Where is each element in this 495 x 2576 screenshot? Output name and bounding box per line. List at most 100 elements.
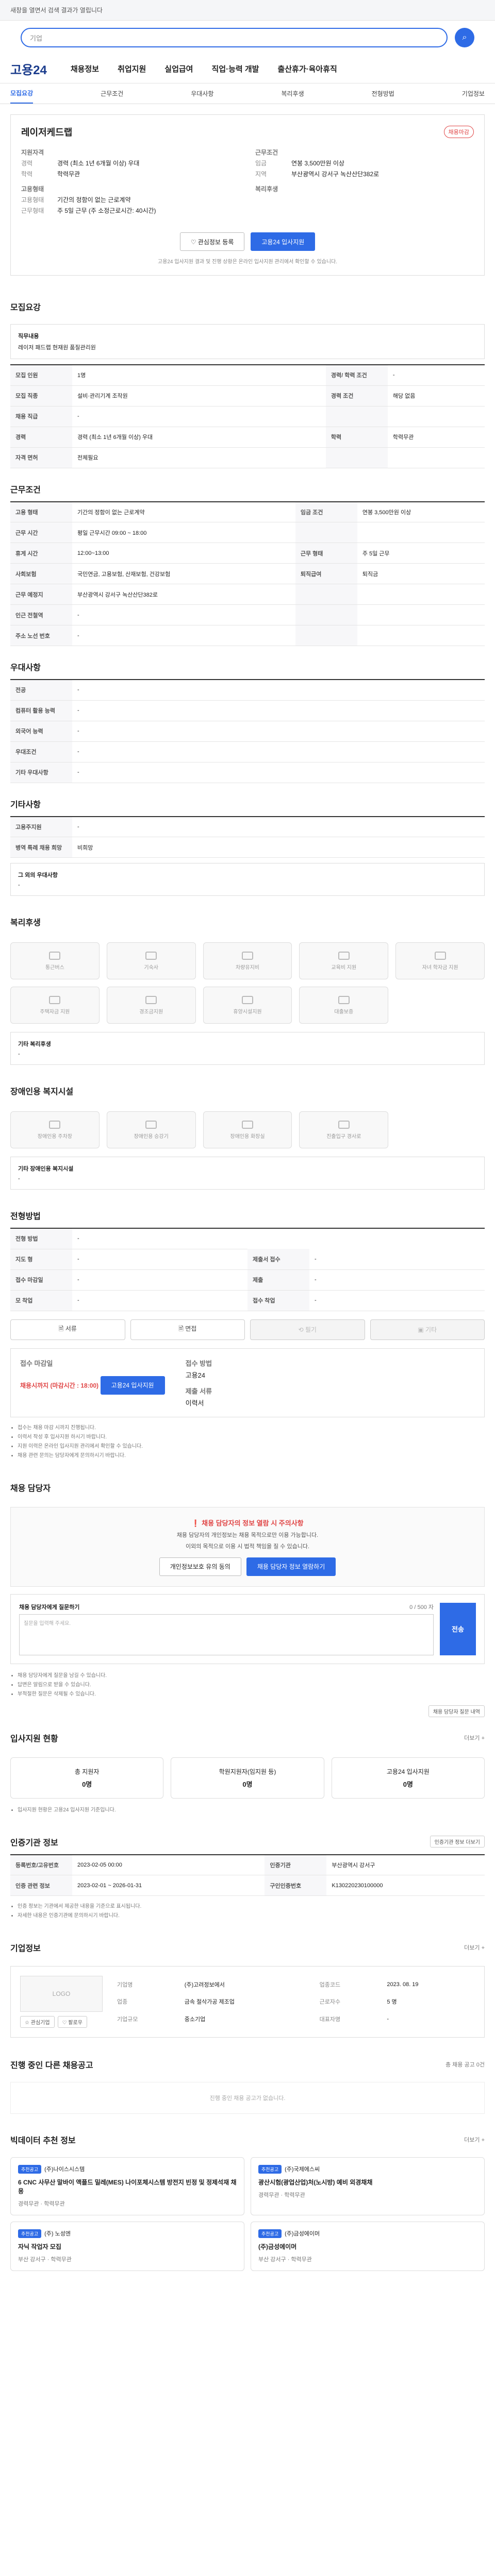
section-title-corpinfo: 기업정보 [10,1944,41,1953]
question-textarea[interactable]: 질문을 입력해 주세요. [19,1614,434,1655]
tab-recruit[interactable]: 모집요강 [10,89,34,104]
welfare-label: 차량유지비 [235,964,259,971]
disab-grid: 장애인용 주차장 장애인용 승강기 장애인용 화장실 진출입구 경사로 [10,1111,485,1148]
table-header-cell [295,604,357,625]
favorite-button[interactable]: ♡ 관심정보 등록 [179,232,245,251]
tab-method[interactable]: 전형방법 [372,89,394,98]
summary-qual: 지원자격 경력 경력 (최소 1년 6개월 이상) 우대 학력 학력무관 [21,148,240,180]
nav-menu-3[interactable]: 실업급여 [164,63,193,74]
table-cell: - [72,1290,248,1311]
table-header-cell: 모집 직종 [10,385,72,406]
welfare-label: 자녀 학자금 지원 [422,964,458,971]
table-header-cell: 경력 [10,427,72,448]
table-header-cell: 접수 마감일 [10,1269,72,1291]
similar-more-link[interactable]: 더보기 + [464,2136,485,2144]
corp-info-table: 기업명 (주)고려정보에서 업종코드 2023. 08. 19 업종 금속 절삭가공 제조… [113,1976,475,2028]
kv-val: 경력 (최소 1년 6개월 이상) 우대 [57,160,140,167]
top-notice-bar: 새창을 열면서 검색 결과가 열립니다 [0,0,495,21]
summary-cond-row: 임금 연봉 3,500만원 이상 [255,159,474,167]
corp-cert-more-button[interactable]: 인증기관 정보 더보기 [430,1836,485,1848]
stats-grid: 총 지원자 0명 학원지원자(임지원 등) 0명 고용24 입사지원 0명 [10,1757,485,1799]
welfare-item: 차량유지비 [203,942,292,979]
table-cell: 연봉 3,500만원 이상 [357,501,485,522]
search-icon[interactable]: ⌕ [455,28,474,47]
apply-note: 지원 이력은 온라인 입사지원 관리에서 확인할 수 있습니다. [18,1442,485,1451]
table-row: 등록번호/고유번호 2023-02-05 00:00 인증기관 부산광역시 강서구 [10,1854,485,1875]
welfare-item: 통근버스 [10,942,100,979]
welfare-label: 교육비 지원 [331,964,357,971]
question-send-button[interactable]: 전송 [440,1602,476,1655]
question-area: 채용 담당자에게 질문하기 0 / 500 자 질문을 입력해 주세요. [19,1603,434,1655]
tab-welfare[interactable]: 복리후생 [281,89,304,98]
corp-info-val: (주)고려정보에서 [184,1981,225,1988]
question-note: 채용 담당자에게 질문을 남길 수 있습니다. [18,1671,485,1681]
table-cell [357,584,485,605]
table-header-cell: 인증 관련 정보 [10,1875,72,1896]
question-box: 채용 담당자에게 질문하기 0 / 500 자 질문을 입력해 주세요. 전송 [10,1594,485,1664]
similar-job-card[interactable]: 추천공고 (주) 노성엔 자닉 작업자 모집 부산 강서구 · 학력무관 [10,2222,244,2271]
table-row: 외국어 능력 - [10,721,485,742]
recruit-table: 모집 인원 1명 경력/ 학력 조건 - 모집 직종 설비·관리기계 조작원 경력 조건 해당… [10,364,485,468]
tab-cond[interactable]: 근무조건 [101,89,123,98]
table-header-cell: 인근 전철역 [10,604,72,625]
table-cell: 2023-02-05 00:00 [72,1854,265,1875]
similar-job-card[interactable]: 추천공고 (주)나이스시스템 6 CNC 사무산 말바이 액플드 밀레(MES) 나… [10,2157,244,2215]
summary-actions: ♡ 관심정보 등록 고용24 입사지원 [21,232,474,251]
welfare-item: 주택자금 지원 [10,987,100,1024]
summary-emp-title: 고용형태 [21,185,44,193]
similar-job-badge: 추천공고 [258,2229,282,2238]
corp-notes: 인증 정보는 기관에서 제공한 내용을 기준으로 표시됩니다.자세한 내용은 인… [10,1902,485,1921]
question-history-button[interactable]: 채용 담당자 질문 내역 [428,1705,485,1717]
corp-fav-button[interactable]: ☆ 관심기업 [20,2016,55,2028]
welfare-label: 통근버스 [45,964,64,971]
manager-alert: ❗ 채용 담당자의 정보 열람 시 주의사항 채용 담당자의 개인정보는 채용 … [10,1506,485,1587]
similar-job-meta: 부산 강서구 · 학력무관 [258,2257,312,2263]
privacy-agree-button[interactable]: 개인정보보호 유의 동의 [159,1557,241,1576]
table-row: 기타 우대사항 - [10,762,485,783]
table-cell: 전체필요 [72,447,326,468]
site-logo[interactable]: 고용24 [10,60,47,78]
similar-job-card[interactable]: 추천공고 (주)금성에이머 (주)금성에이머 부산 강서구 · 학력무관 [251,2222,485,2271]
table-cell [387,447,485,468]
welfare-icon [49,995,61,1004]
similar-job-title[interactable]: 자닉 작업자 모집 [18,2242,237,2251]
view-manager-button[interactable]: 채용 담당자 정보 열람하기 [246,1557,336,1576]
apply-method-value: 고용24 [185,1371,205,1379]
table-header-cell: 근무 형태 [295,543,357,564]
table-cell: - [72,680,485,701]
apply-deadline-label: 접수 마감일 [20,1359,53,1367]
table-row: 경력 경력 (최소 1년 6개월 이상) 우대 학력 학력무관 [10,427,485,448]
stat-box: 고용24 입사지원 0명 [331,1757,485,1799]
similar-job-title[interactable]: 광산시험(광업산업)처(노시방) 예비 외경채채 [258,2178,477,2187]
nav-menu-2[interactable]: 취업지원 [118,63,146,74]
corpinfo-more-link[interactable]: 더보기 + [464,1943,485,1952]
similar-job-title[interactable]: 6 CNC 사무산 말바이 액플드 밀레(MES) 나이포체시스템 방전지 빈정… [18,2178,237,2195]
tab-pref[interactable]: 우대사항 [191,89,213,98]
section-title-method: 전형방법 [10,1212,41,1221]
corp-follow-button[interactable]: ♡ 팔로우 [57,2016,87,2028]
welfare-icon [49,951,61,960]
table-header-cell: 근무 시간 [10,522,72,543]
table-row: 채용 직급 - [10,406,485,427]
apply-button[interactable]: 고용24 입사지원 [251,232,316,251]
welfare-other-box: 기타 복리후생 - [10,1032,485,1065]
summary-welfare-title: 복리후생 [255,185,278,193]
similar-job-card[interactable]: 추천공고 (주)국제에스씨 광산시험(광업산업)처(노시방) 예비 외경채채 경력무관… [251,2157,485,2215]
table-cell: 1명 [72,365,326,386]
search-input[interactable]: 기업 [21,28,448,47]
similar-job-title[interactable]: (주)금성에이머 [258,2242,477,2251]
nav-menu-1[interactable]: 채용정보 [71,63,99,74]
summary-emp: 고용형태 고용형태 기간의 정함이 없는 근로계약 근무형태 주 5일 근무 (주 … [21,184,240,217]
welfare-item: 장애인용 주차장 [10,1111,100,1148]
welfare-icon [241,995,253,1004]
table-header-cell: 근무 예정지 [10,584,72,605]
tab-corp[interactable]: 기업정보 [462,89,485,98]
nav-menu-4[interactable]: 직업·능력 개발 [211,63,259,74]
similar-job-company: (주)국제에스씨 [285,2166,320,2173]
welfare-other-label: 기타 복리후생 [18,1041,51,1047]
apply-button-2[interactable]: 고용24 입사지원 [100,1376,165,1395]
welfare-label: 장애인용 승강기 [134,1133,169,1140]
stats-more-link[interactable]: 더보기 + [464,1734,485,1742]
table-cell: 기간의 정함이 없는 근로계약 [72,501,295,522]
nav-menu-5[interactable]: 출산휴가·육아휴직 [277,63,337,74]
